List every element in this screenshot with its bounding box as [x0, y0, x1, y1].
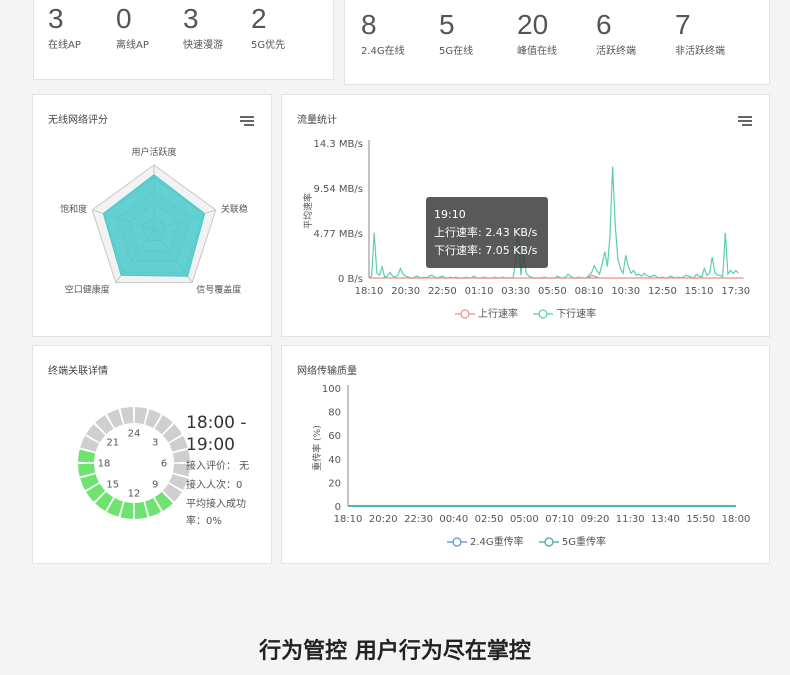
- legend-label: 下行速率: [556, 309, 597, 320]
- traffic-tooltip: 19:10 上行速率: 2.43 KB/s 下行速率: 7.05 KB/s: [426, 197, 548, 268]
- tooltip-up: 上行速率: 2.43 KB/s: [434, 226, 538, 239]
- stat-active-terminals: 6 活跃终端: [596, 9, 636, 58]
- legend-item-upload[interactable]: 上行速率: [455, 305, 518, 320]
- stat-value: 7: [675, 9, 691, 40]
- stat-label: 活跃终端: [596, 46, 636, 57]
- legend-label: 5G重传率: [561, 537, 606, 548]
- quality-legend: 2.4G重传率 5G重传率: [447, 533, 618, 548]
- time-range-end: 19:00: [186, 435, 235, 455]
- stat-inactive-terminals: 7 非活跃终端: [675, 9, 725, 58]
- access-count: 接入人次：0: [186, 480, 243, 491]
- radar-value-area: [102, 174, 206, 277]
- clock-info: 18:00 - 19:00 接入评价： 无 接入人次：0 平均接入成功率：0%: [186, 412, 261, 530]
- stat-label: 峰值在线: [517, 46, 557, 57]
- legend-label: 2.4G重传率: [470, 537, 524, 548]
- quality-card: 网络传输质量: [281, 345, 770, 564]
- time-range-start: 18:00 -: [186, 413, 247, 433]
- clock-segment: [120, 407, 134, 425]
- radar-axis-label: 关联稳: [221, 203, 248, 215]
- clock-hour-label: 24: [128, 429, 141, 440]
- clock-hour-label: 21: [106, 437, 119, 448]
- clock-segment: [120, 501, 134, 519]
- stat-offline-ap: 0 离线AP: [116, 3, 149, 52]
- stat-value: 0: [116, 3, 132, 34]
- stat-label: 离线AP: [116, 40, 149, 51]
- stat-5g-online: 5 5G在线: [439, 9, 474, 58]
- radar-axis-label: 空口健康度: [65, 284, 110, 296]
- stat-value: 20: [517, 9, 549, 40]
- stat-label: 5G优先: [251, 40, 286, 51]
- tooltip-time: 19:10: [434, 208, 466, 221]
- stat-label: 5G在线: [439, 46, 474, 57]
- clock-segment: [134, 407, 148, 425]
- radar-axis-label: 饱和度: [60, 203, 87, 215]
- client-stats-card: 8 2.4G在线 5 5G在线 20 峰值在线 6 活跃终端 7 非活跃终端: [344, 0, 770, 85]
- stat-value: 5: [439, 9, 455, 40]
- clock-segment: [78, 463, 96, 477]
- clock-hour-label: 18: [98, 459, 111, 470]
- ap-stats-card: 3 在线AP 0 离线AP 3 快速漫游 2 5G优先: [33, 0, 334, 80]
- stat-label: 2.4G在线: [361, 46, 405, 57]
- stat-value: 3: [183, 3, 199, 34]
- radar-chart: 用户活跃度关联稳信号覆盖度 空口健康度 饱和度: [60, 146, 248, 296]
- stat-label: 非活跃终端: [675, 46, 725, 57]
- clock-segment: [78, 449, 96, 463]
- clock-segment: [134, 501, 148, 519]
- stat-value: 6: [596, 9, 612, 40]
- clock-hour-label: 9: [152, 480, 158, 491]
- hamburger-icon[interactable]: [738, 116, 752, 128]
- traffic-legend: 上行速率 下行速率: [455, 305, 608, 320]
- legend-label: 上行速率: [478, 309, 518, 320]
- stat-value: 2: [251, 3, 267, 34]
- stat-24g-online: 8 2.4G在线: [361, 9, 405, 58]
- stat-online-ap: 3 在线AP: [48, 3, 81, 52]
- stat-fast-roaming: 3 快速漫游: [183, 3, 223, 52]
- legend-item-5g[interactable]: 5G重传率: [538, 533, 606, 548]
- tooltip-down: 下行速率: 7.05 KB/s: [434, 244, 538, 257]
- stat-label: 在线AP: [48, 40, 81, 51]
- stat-peak-online: 20 峰值在线: [517, 9, 557, 58]
- legend-item-24g[interactable]: 2.4G重传率: [447, 533, 524, 548]
- card-title: 网络传输质量: [297, 366, 357, 377]
- card-title: 流量统计: [297, 115, 337, 126]
- clock-hour-label: 6: [161, 459, 167, 470]
- clock-hour-label: 12: [128, 489, 141, 500]
- legend-item-download[interactable]: 下行速率: [533, 305, 596, 320]
- stat-value: 8: [361, 9, 377, 40]
- clock-hour-label: 15: [106, 480, 119, 491]
- wireless-score-card: 无线网络评分 用户活跃度 关联稳 信号覆盖度 空口健康度 饱和度: [32, 94, 272, 337]
- stat-label: 快速漫游: [183, 40, 223, 51]
- radar-axis-label: 用户活跃度: [131, 146, 176, 158]
- stat-5g-priority: 2 5G优先: [251, 3, 286, 52]
- access-evaluation: 接入评价： 无: [186, 461, 250, 472]
- access-success-rate: 平均接入成功率：0%: [186, 499, 246, 527]
- stat-value: 3: [48, 3, 64, 34]
- promo-banner-title: 行为管控 用户行为尽在掌控: [259, 639, 531, 664]
- radar-axis-label: 信号覆盖度: [196, 284, 241, 296]
- clock-hour-label: 3: [152, 437, 158, 448]
